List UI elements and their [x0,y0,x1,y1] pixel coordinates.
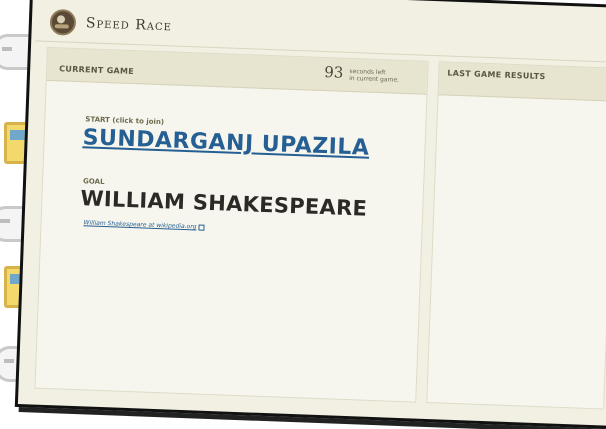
current-game-heading: Current Game [59,64,135,77]
logo-icon[interactable] [49,8,77,36]
last-game-heading: Last Game Results [447,68,546,82]
start-article-link[interactable]: SUNDARGANJ UPAZILA [82,125,370,160]
countdown-timer: 93 seconds left in current game. [324,61,400,86]
timer-caption-line2: in current game. [349,74,400,84]
app-title: Speed Race [85,15,173,35]
external-link-icon [198,224,205,231]
last-game-header: Last Game Results [438,62,606,102]
goal-wikipedia-link[interactable]: William Shakespeare at wikipedia.org [83,219,205,231]
timer-caption: seconds left in current game. [349,62,400,84]
goal-wikipedia-link-text: William Shakespeare at wikipedia.org [83,219,197,231]
speed-race-panel: Speed Race Current Game 93 seconds left … [14,0,606,429]
seconds-remaining: 93 [323,63,344,82]
current-game-header: Current Game 93 seconds left in current … [46,47,428,95]
goal-article-title: WILLIAM SHAKESPEARE [80,186,368,221]
last-game-results-card: Last Game Results [426,61,606,410]
start-label: START (click to join) [85,115,165,127]
browser-window: Speed Race Current Game 93 seconds left … [14,0,606,429]
goal-label: GOAL [82,177,105,187]
current-game-card: Current Game 93 seconds left in current … [34,46,429,403]
